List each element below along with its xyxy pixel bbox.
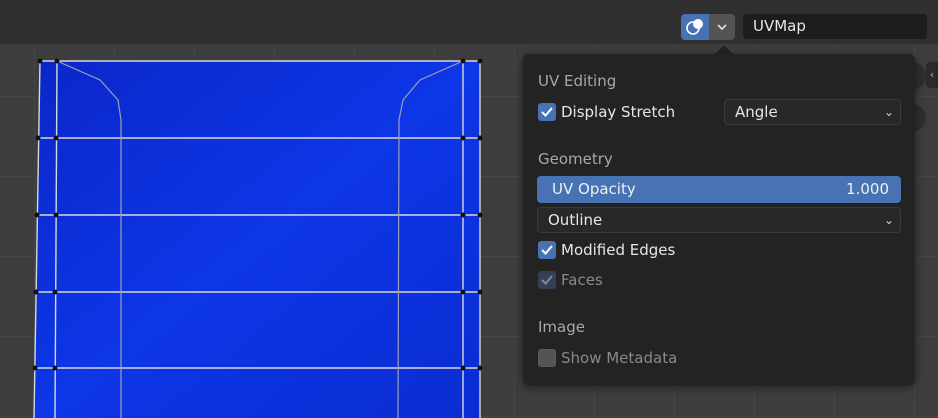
overlay-toggle-button[interactable]: [681, 14, 709, 40]
uv-opacity-value: 1.000: [846, 180, 889, 198]
stretch-mode-value: Angle: [735, 103, 778, 121]
chevron-down-icon: ⌄: [883, 105, 894, 119]
section-title-geometry: Geometry: [538, 150, 613, 168]
uv-face-fill: [34, 61, 480, 418]
modified-edges-row[interactable]: Modified Edges: [538, 240, 675, 260]
display-stretch-label: Display Stretch: [561, 103, 676, 121]
modified-edges-checkbox[interactable]: [538, 241, 556, 259]
show-metadata-checkbox[interactable]: [538, 349, 556, 367]
stretch-mode-dropdown[interactable]: Angle ⌄: [724, 99, 901, 125]
uv-opacity-slider[interactable]: UV Opacity 1.000: [537, 176, 901, 203]
edge-display-dropdown[interactable]: Outline ⌄: [537, 207, 901, 233]
faces-label: Faces: [561, 271, 603, 289]
show-metadata-label: Show Metadata: [561, 349, 678, 367]
modified-edges-label: Modified Edges: [561, 241, 676, 259]
faces-row[interactable]: Faces: [538, 270, 603, 290]
edge-display-value: Outline: [548, 211, 603, 229]
faces-checkbox[interactable]: [538, 271, 556, 289]
section-title-uv-editing: UV Editing: [538, 72, 617, 90]
checkmark-icon: [541, 275, 553, 285]
display-stretch-row[interactable]: Display Stretch: [538, 102, 675, 122]
chevron-down-icon: ⌄: [883, 213, 894, 227]
checkmark-icon: [541, 107, 553, 117]
chevron-down-icon: [717, 24, 727, 31]
checkmark-icon: [541, 245, 553, 255]
sidebar-toggle-chevron-icon[interactable]: ‹: [926, 62, 938, 88]
uv-opacity-label: UV Opacity: [552, 180, 636, 198]
uv-map-field[interactable]: UVMap: [743, 14, 927, 39]
section-title-image: Image: [538, 318, 585, 336]
show-metadata-row[interactable]: Show Metadata: [538, 348, 677, 368]
overlay-dropdown-button[interactable]: [709, 14, 735, 40]
display-stretch-checkbox[interactable]: [538, 103, 556, 121]
overlay-icon: [686, 19, 703, 35]
